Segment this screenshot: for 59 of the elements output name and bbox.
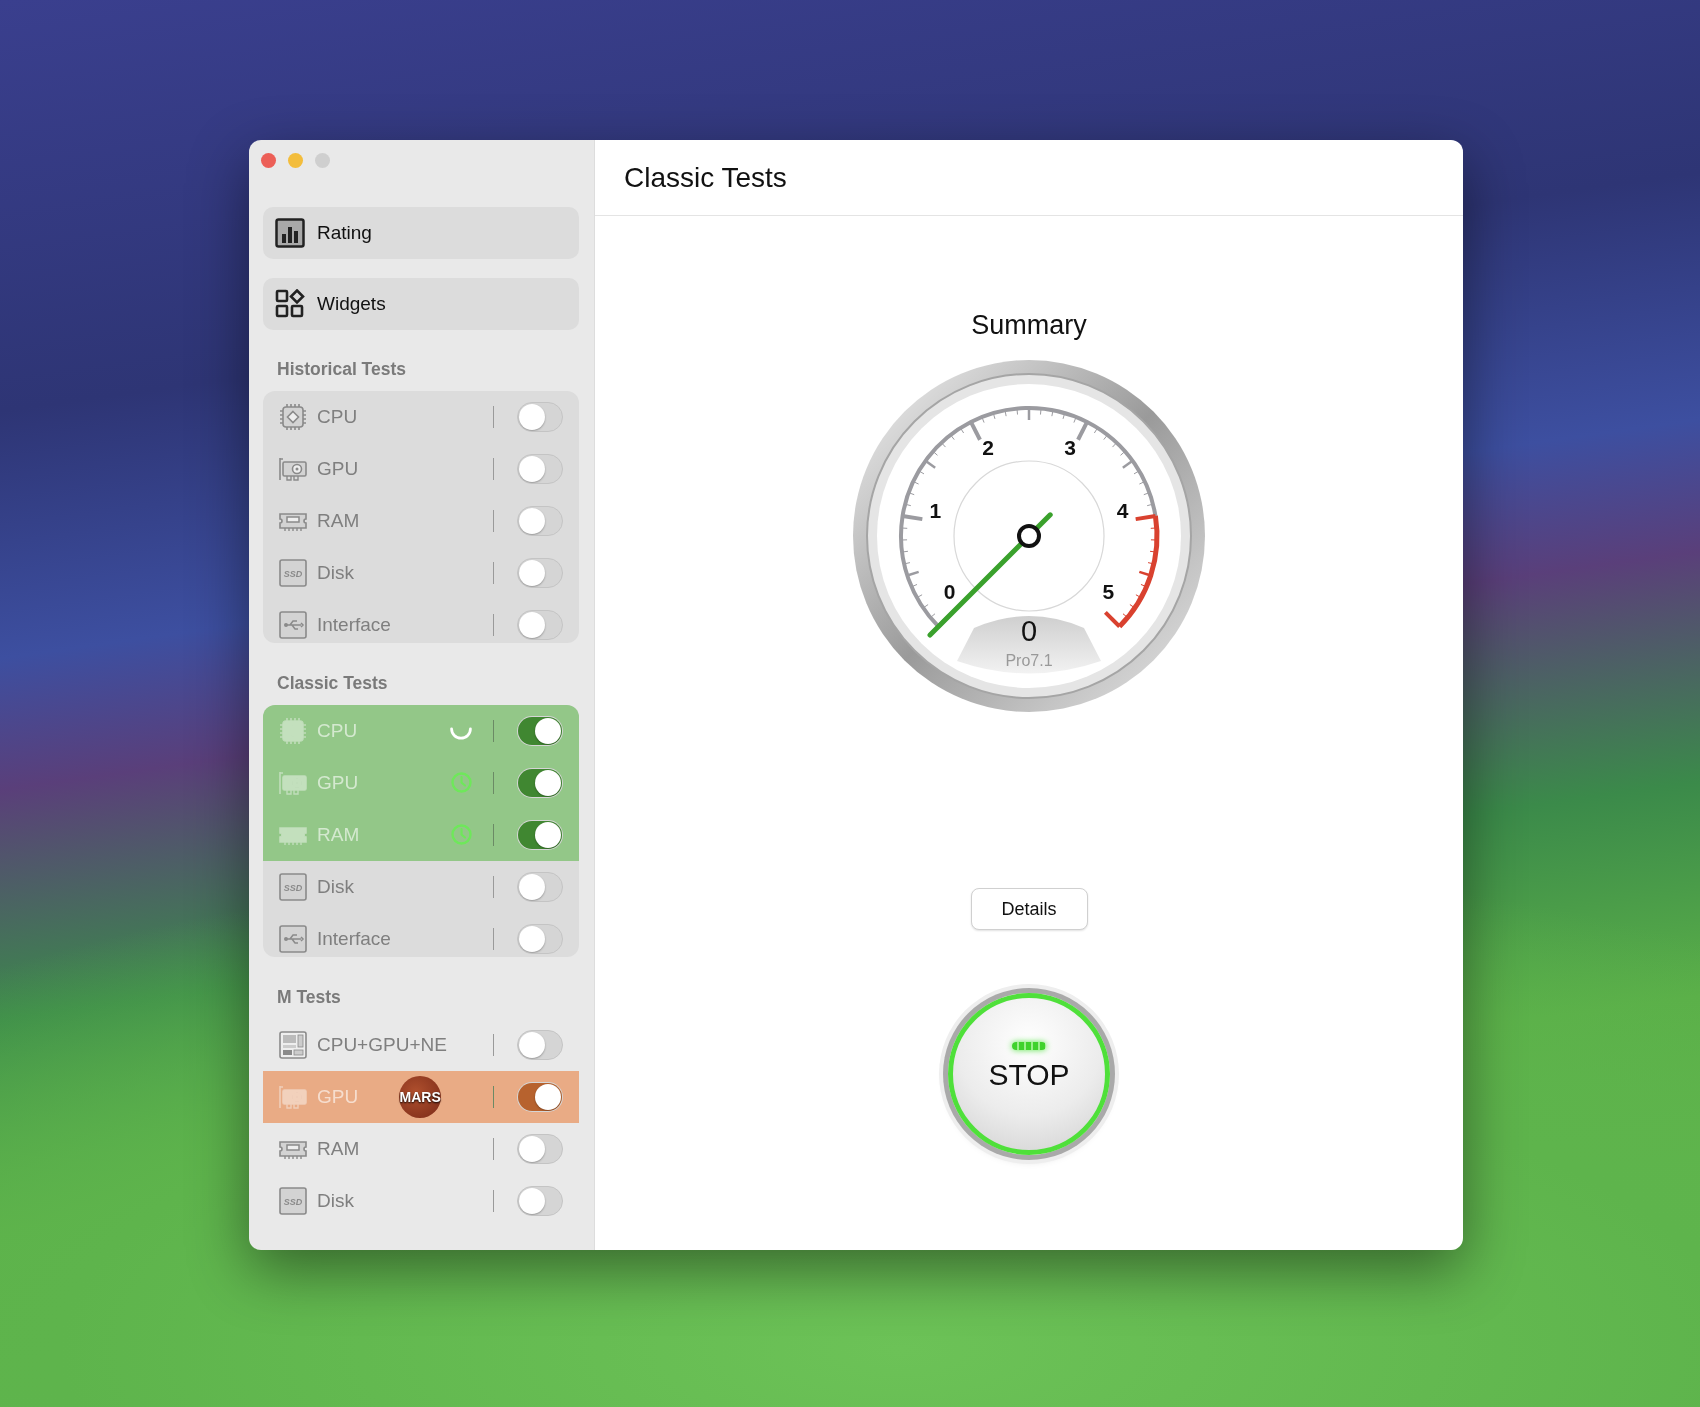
widgets-icon xyxy=(275,289,305,320)
chip-icon xyxy=(278,715,308,746)
test-label: Disk xyxy=(317,561,354,584)
bar-chart-icon xyxy=(275,218,305,249)
test-label: RAM xyxy=(317,509,360,532)
widgets-button[interactable]: Widgets xyxy=(263,278,579,331)
toggle-switch[interactable] xyxy=(517,505,563,536)
window-title: Classic Tests xyxy=(624,161,787,194)
toggle-switch[interactable] xyxy=(517,923,563,954)
test-label: Interface xyxy=(317,613,391,636)
ssd-drive-icon: SSD xyxy=(278,1185,308,1216)
toggle-switch[interactable] xyxy=(517,819,563,850)
scale-label: 0 xyxy=(943,579,956,603)
test-label: Disk xyxy=(317,875,354,898)
test-label: CPU xyxy=(317,405,358,428)
gauge-caption: Pro7.1 xyxy=(1005,652,1053,669)
test-label: RAM xyxy=(317,823,360,846)
highlighted-test-row[interactable]: GPU MARS xyxy=(263,1070,579,1123)
toggle-switch[interactable] xyxy=(517,453,563,484)
scale-label: 1 xyxy=(929,498,942,522)
test-label: CPU xyxy=(317,719,358,742)
scale-label: 5 xyxy=(1102,579,1115,603)
test-label: GPU xyxy=(317,771,359,794)
close-button[interactable] xyxy=(261,153,276,168)
scale-label: 3 xyxy=(1064,436,1076,460)
toggle-switch[interactable] xyxy=(517,1133,563,1164)
section-header: Classic Tests xyxy=(276,672,388,695)
toggle-switch[interactable] xyxy=(517,1081,563,1112)
minimize-button[interactable] xyxy=(288,153,303,168)
test-label: CPU+GPU+NE xyxy=(317,1033,447,1056)
gauge-value: 0 xyxy=(1020,615,1038,647)
usb-icon xyxy=(278,609,308,640)
ssd-drive-icon: SSD xyxy=(278,871,308,902)
scale-label: 4 xyxy=(1116,498,1129,522)
section-header: Historical Tests xyxy=(276,358,407,381)
toggle-switch[interactable] xyxy=(517,871,563,902)
usb-icon xyxy=(278,923,308,954)
test-label: Interface xyxy=(317,927,391,950)
toggle-switch[interactable] xyxy=(517,1185,563,1216)
chip-icon xyxy=(278,401,308,432)
toggle-switch[interactable] xyxy=(517,767,563,798)
toggle-switch[interactable] xyxy=(517,1029,563,1060)
section-header: M Tests xyxy=(276,986,341,1009)
summary-title: Summary xyxy=(971,309,1087,342)
rating-button[interactable]: Rating xyxy=(263,207,579,260)
toggle-switch[interactable] xyxy=(517,715,563,746)
zoom-button[interactable] xyxy=(315,153,330,168)
details-button[interactable]: Details xyxy=(970,888,1088,930)
toggle-switch[interactable] xyxy=(517,401,563,432)
test-label: GPU xyxy=(317,1085,359,1108)
test-label: Disk xyxy=(317,1189,354,1212)
test-label: RAM xyxy=(317,1137,360,1160)
toggle-switch[interactable] xyxy=(517,557,563,588)
test-label: GPU xyxy=(317,457,359,480)
toggle-switch[interactable] xyxy=(517,609,563,640)
layout-grid-icon xyxy=(278,1029,308,1060)
scale-label: 2 xyxy=(982,436,994,460)
ssd-drive-icon: SSD xyxy=(278,557,308,588)
mars-badge: MARS xyxy=(399,1075,442,1118)
